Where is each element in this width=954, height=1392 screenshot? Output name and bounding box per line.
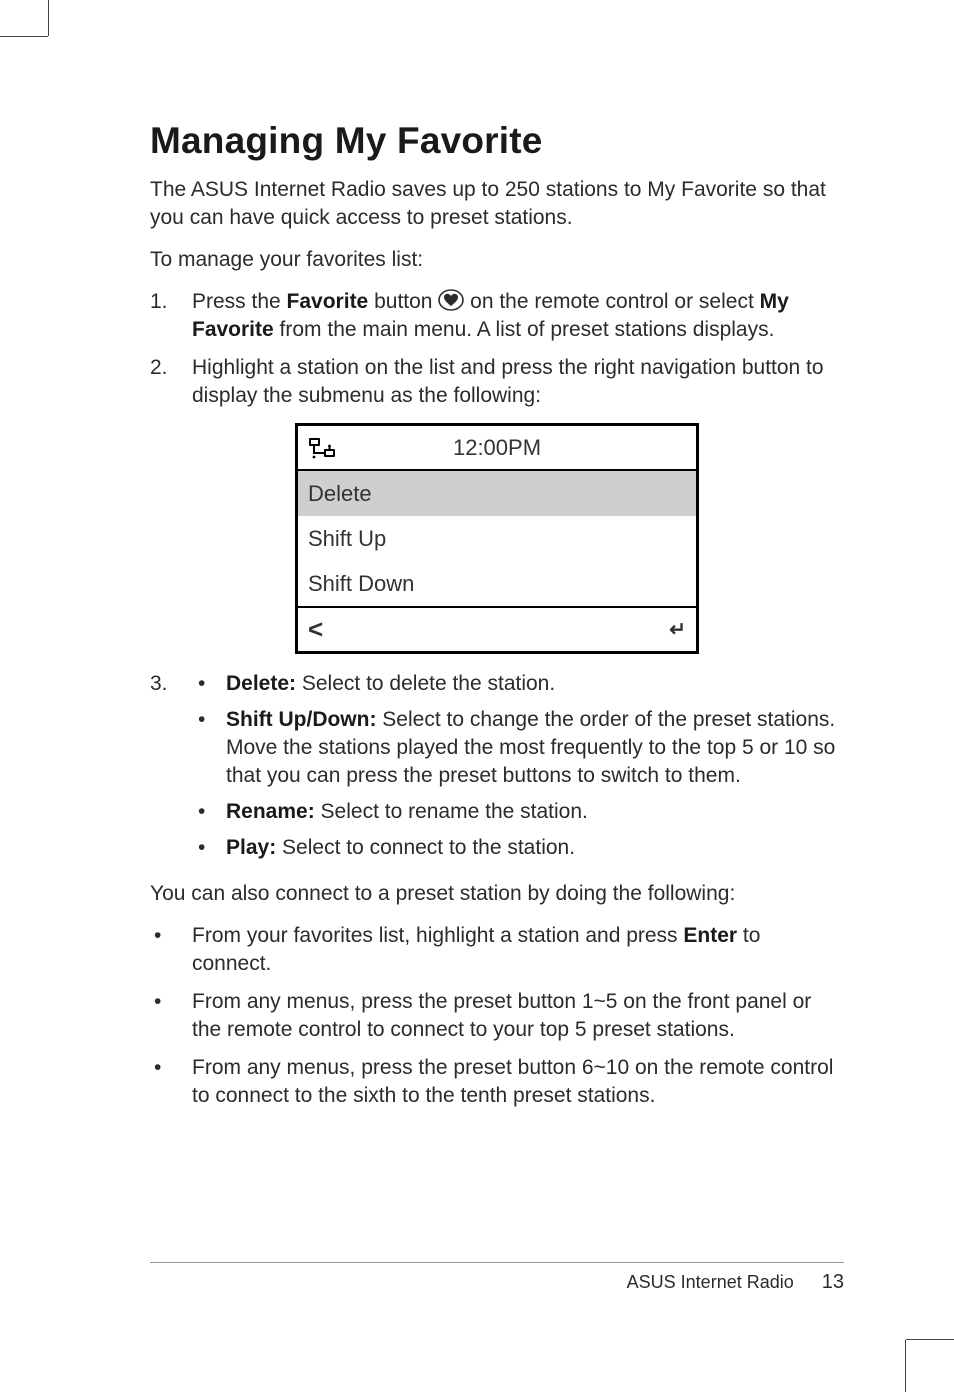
footer-page-number: 13: [822, 1271, 844, 1294]
step-number: 3.: [150, 670, 192, 698]
option-label: Delete:: [226, 672, 296, 695]
bullet-icon: •: [192, 706, 226, 734]
lcd-submenu: 12:00PM Delete Shift Up Shift Down < 1/5…: [295, 423, 699, 654]
lcd-enter-icon: ↵: [656, 617, 686, 642]
bullet-icon: •: [150, 1054, 192, 1082]
footer-product: ASUS Internet Radio: [627, 1272, 794, 1293]
lcd-back-icon: <: [308, 614, 338, 645]
text-fragment: Press the: [192, 290, 287, 313]
bullet-icon: •: [150, 922, 192, 950]
step-number: 1.: [150, 288, 192, 316]
bullet-icon: •: [192, 670, 226, 698]
bold-enter: Enter: [683, 924, 737, 947]
option-label: Rename:: [226, 800, 315, 823]
bullet-icon: •: [150, 988, 192, 1016]
network-icon: [308, 437, 336, 459]
bullet-icon: •: [192, 834, 226, 862]
bullet-icon: •: [192, 798, 226, 826]
option-label: Play:: [226, 836, 276, 859]
page-footer: ASUS Internet Radio 13: [150, 1262, 844, 1294]
step-number: 2.: [150, 354, 192, 382]
lcd-page-indicator: 1/5: [338, 0, 656, 1326]
